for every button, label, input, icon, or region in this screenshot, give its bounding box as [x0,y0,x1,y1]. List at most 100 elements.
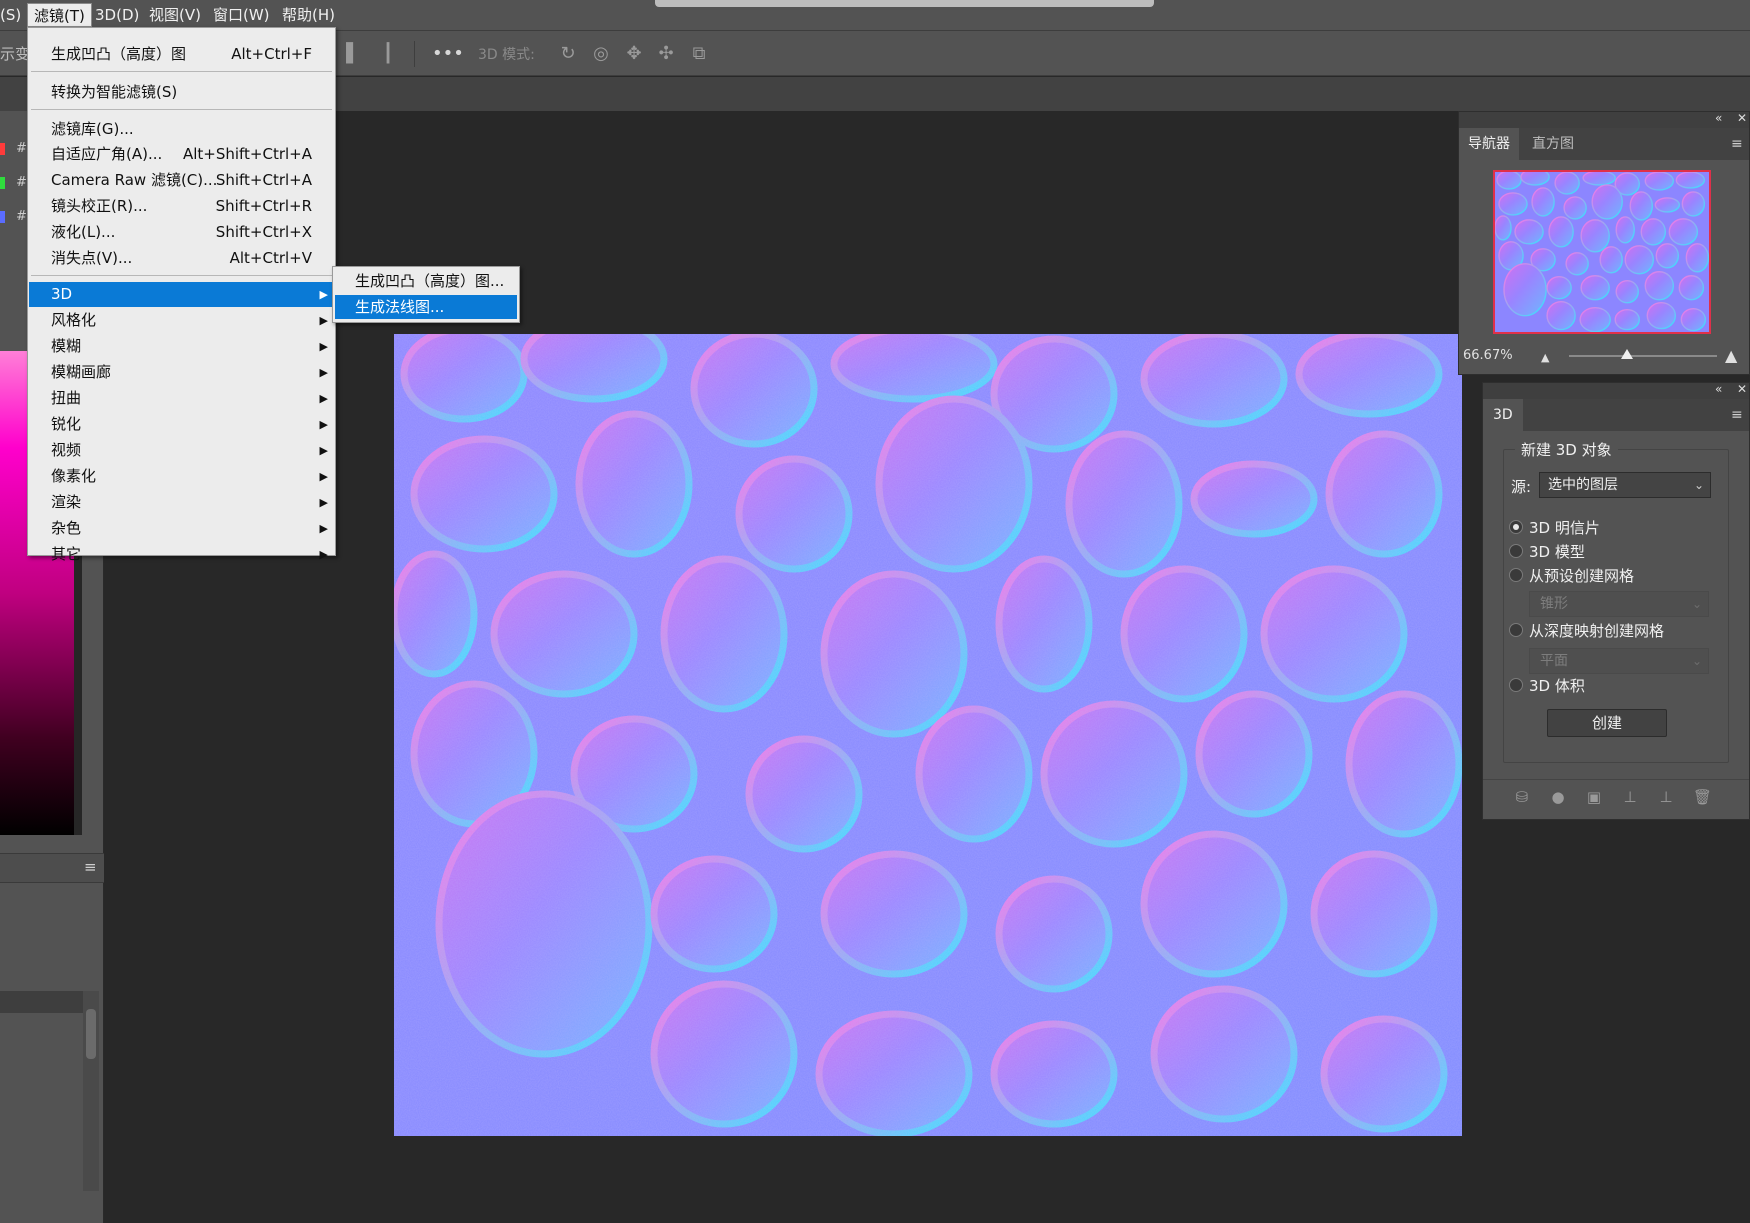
tab-navigator[interactable]: 导航器 [1459,128,1519,160]
menu-item-convert-smart-filter[interactable]: 转换为智能滤镜(S) [29,80,334,105]
scene-icon[interactable]: ⛁ [1513,788,1531,806]
collapse-icon[interactable]: « [1715,382,1722,396]
submenu-arrow-icon: ▶ [319,548,328,561]
menu-window[interactable]: 窗口(W) [207,3,276,27]
menu-item-camera-raw[interactable]: Camera Raw 滤镜(C)... Shift+Ctrl+A [29,168,334,193]
zoom-slider[interactable] [1569,349,1717,359]
close-icon[interactable]: ✕ [1737,111,1747,125]
swatch-hash-red: # [16,141,27,156]
menu-item-label: 转换为智能滤镜(S) [51,83,178,101]
menu-item-video[interactable]: 视频 ▶ [29,438,334,463]
tab-histogram[interactable]: 直方图 [1523,128,1583,160]
menu-item-liquify[interactable]: 液化(L)... Shift+Ctrl+X [29,220,334,245]
swatch-hash-blue: # [16,209,27,224]
menu-filter[interactable]: 滤镜(T) [27,3,92,27]
submenu-item-generate-bump-map[interactable]: 生成凹凸（高度）图... [335,269,517,293]
radio-checked-icon[interactable] [1509,520,1523,534]
orbit-3d-icon[interactable]: ↻ [558,44,578,64]
scrollbar-thumb[interactable] [86,1009,96,1059]
align-bottom-icon[interactable]: ▐ [336,44,356,64]
tab-3d[interactable]: 3D [1483,399,1523,431]
menu-select[interactable]: (S) [0,3,27,27]
radio-icon[interactable] [1509,623,1523,637]
zoom-in-icon[interactable]: ▲ [1725,346,1737,365]
menu-item-generate-bump-map[interactable]: 生成凹凸（高度）图 Alt+Ctrl+F [29,42,334,67]
menu-item-blur[interactable]: 模糊 ▶ [29,334,334,359]
menu-item-noise[interactable]: 杂色 ▶ [29,516,334,541]
normal-map-image [394,334,1462,1136]
submenu-arrow-icon: ▶ [319,444,328,457]
zoom-slider-handle[interactable] [1621,349,1633,359]
menu-item-label: 液化(L)... [51,223,116,241]
green-channel-icon [0,177,5,189]
close-icon[interactable]: ✕ [1737,382,1747,396]
collapse-icon[interactable]: « [1715,111,1722,125]
option-label: 3D 明信片 [1529,519,1600,537]
render-icon[interactable]: ▣ [1585,788,1603,806]
title-scrollbar[interactable] [655,0,1154,7]
slide-3d-icon[interactable]: ✣ [656,44,676,64]
roll-3d-icon[interactable]: ◎ [591,44,611,64]
navigator-preview[interactable] [1493,170,1711,334]
radio-icon[interactable] [1509,568,1523,582]
menu-item-vanishing-point[interactable]: 消失点(V)... Alt+Ctrl+V [29,246,334,271]
panel-titlebar: « ✕ [1483,382,1749,399]
menu-item-other[interactable]: 其它 ▶ [29,542,334,563]
submenu-arrow-icon: ▶ [319,522,328,535]
radio-icon[interactable] [1509,544,1523,558]
red-channel-icon [0,143,5,155]
menu-item-3d[interactable]: 3D ▶ [29,282,334,307]
document-canvas[interactable] [394,334,1462,1136]
scale-3d-icon[interactable]: ⧉ [689,44,709,64]
menu-separator [31,275,332,276]
menu-separator [31,109,332,110]
menu-help[interactable]: 帮助(H) [276,3,341,27]
create-button[interactable]: 创建 [1547,709,1667,737]
trash-icon[interactable]: 🗑 [1693,788,1712,806]
submenu-item-generate-normal-map[interactable]: 生成法线图... [335,295,517,319]
menu-item-label: 锐化 [51,415,82,433]
3d-panel-footer: ⛁ ● ▣ ⊥ ⊥ 🗑 [1483,779,1749,813]
submenu-item-label: 生成法线图... [355,298,445,316]
menu-item-filter-gallery[interactable]: 滤镜库(G)... [29,117,334,142]
radio-icon[interactable] [1509,678,1523,692]
submenu-arrow-icon: ▶ [319,392,328,405]
menu-item-shortcut: Shift+Ctrl+R [215,197,312,215]
menu-item-label: 风格化 [51,311,97,329]
menu-item-sharpen[interactable]: 锐化 ▶ [29,412,334,437]
pan-3d-icon[interactable]: ✥ [624,44,644,64]
zoom-out-icon[interactable]: ▲ [1541,351,1549,364]
panel-menu-icon[interactable]: ≡ [1731,407,1743,423]
navigator-tabs: 导航器 直方图 ≡ [1459,128,1749,160]
menu-item-shortcut: Shift+Ctrl+X [215,223,312,241]
menu-item-pixelate[interactable]: 像素化 ▶ [29,464,334,489]
zoom-level[interactable]: 66.67% [1463,348,1513,363]
menu-item-adaptive-wide-angle[interactable]: 自适应广角(A)... Alt+Shift+Ctrl+A [29,142,334,167]
transform-label: 示变 [0,45,31,63]
source-dropdown[interactable]: 选中的图层 ⌄ [1539,472,1711,498]
distribute-icon[interactable]: ┃ [378,44,398,64]
add-light-icon[interactable]: ⊥ [1657,788,1675,806]
menu-view[interactable]: 视图(V) [143,3,207,27]
menu-item-shortcut: Alt+Ctrl+F [231,45,312,63]
panel-menu-icon[interactable]: ≡ [1731,136,1743,152]
menu-item-shortcut: Alt+Ctrl+V [229,249,312,267]
filter-menu: 生成凹凸（高度）图 Alt+Ctrl+F 转换为智能滤镜(S) 滤镜库(G)..… [27,27,336,563]
left-scrollbar[interactable] [83,991,99,1191]
more-options-icon[interactable]: ••• [432,44,464,64]
menu-item-render[interactable]: 渲染 ▶ [29,490,334,515]
menu-item-blur-gallery[interactable]: 模糊画廊 ▶ [29,360,334,385]
menu-item-lens-correction[interactable]: 镜头校正(R)... Shift+Ctrl+R [29,194,334,219]
drop-to-ground-icon[interactable]: ⊥ [1621,788,1639,806]
menu-item-label: 滤镜库(G)... [51,120,134,138]
menu-item-distort[interactable]: 扭曲 ▶ [29,386,334,411]
depth-map-dropdown: 平面 ⌄ [1529,648,1709,674]
menu-item-label: 渲染 [51,493,82,511]
panel-menu-icon[interactable]: ≡ [84,858,97,876]
menu-item-label: 镜头校正(R)... [51,197,148,215]
light-icon[interactable]: ● [1549,788,1567,806]
menu-separator [31,71,332,72]
menu-3d[interactable]: 3D(D) [89,3,145,27]
blue-channel-icon [0,211,5,223]
menu-item-stylize[interactable]: 风格化 ▶ [29,308,334,333]
